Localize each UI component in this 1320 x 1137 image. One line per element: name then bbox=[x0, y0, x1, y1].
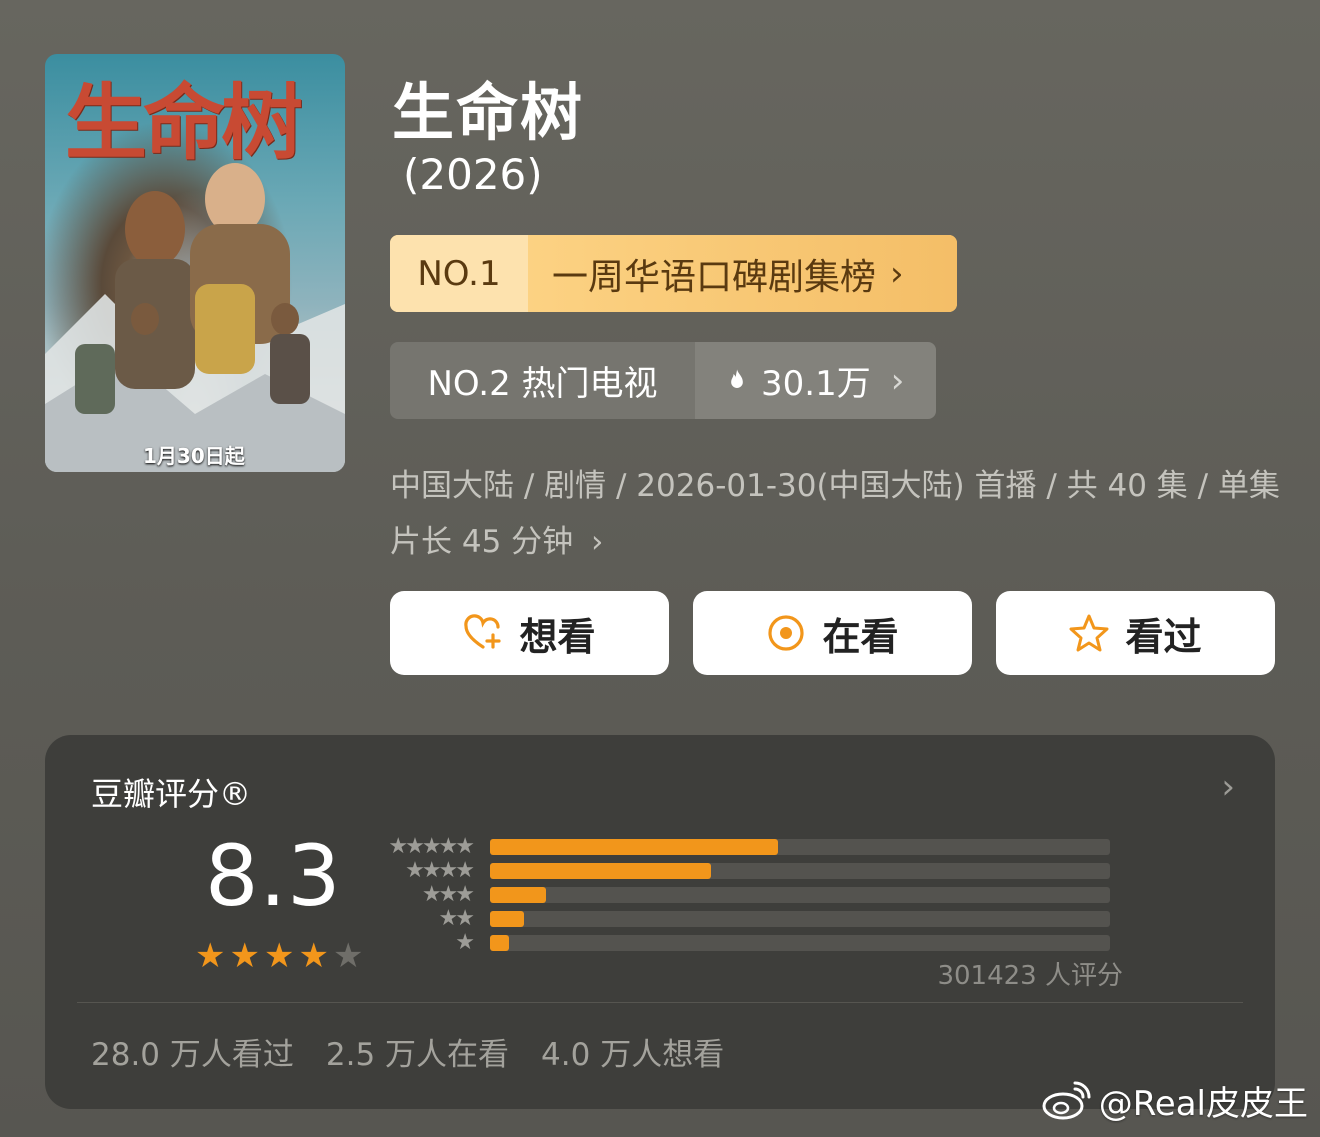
show-meta[interactable]: 中国大陆 / 剧情 / 2026-01-30(中国大陆) 首播 / 共 40 集… bbox=[390, 458, 1290, 570]
chevron-right-icon: › bbox=[591, 524, 604, 560]
distribution-bar bbox=[490, 839, 778, 855]
distribution-track bbox=[490, 935, 1110, 951]
chevron-right-icon: › bbox=[890, 253, 904, 294]
audience-stats: 28.0 万人看过 2.5 万人在看 4.0 万人想看 bbox=[91, 1029, 724, 1074]
rating-stars: ★ ★ ★ ★ ★ bbox=[195, 939, 363, 973]
rank-number: NO.1 bbox=[390, 235, 528, 312]
rank-list-name: 一周华语口碑剧集榜 bbox=[552, 256, 877, 298]
rating-distribution-row: ★★★★★ bbox=[375, 834, 1110, 859]
weibo-icon bbox=[1042, 1081, 1091, 1119]
star-filled-icon: ★ bbox=[298, 936, 329, 976]
want-to-watch-button[interactable]: 想看 bbox=[390, 591, 669, 675]
rating-distribution-row: ★★★★ bbox=[375, 858, 1110, 883]
star-outline-icon bbox=[1069, 614, 1109, 652]
target-icon bbox=[768, 615, 805, 651]
distribution-track bbox=[490, 863, 1110, 879]
douban-rating-card[interactable]: 豆瓣评分® › 8.3 ★ ★ ★ ★ ★ ★★★★★ ★★★★ ★★★ ★★ ★ 301423… bbox=[45, 735, 1275, 1109]
flame-icon bbox=[731, 368, 743, 388]
watching-count: 2.5 万人在看 bbox=[325, 1037, 510, 1073]
rating-distribution-row: ★★ bbox=[375, 906, 1110, 931]
distribution-stars-icon: ★★ bbox=[438, 906, 475, 931]
star-filled-icon: ★ bbox=[263, 936, 295, 976]
distribution-track bbox=[490, 911, 1110, 927]
heart-plus-icon bbox=[464, 614, 502, 649]
want-count: 4.0 万人想看 bbox=[541, 1037, 725, 1073]
distribution-track bbox=[490, 887, 1110, 903]
distribution-track bbox=[490, 839, 1110, 855]
chevron-right-icon[interactable]: › bbox=[1221, 767, 1235, 807]
watching-button[interactable]: 在看 bbox=[693, 591, 972, 675]
chevron-right-icon: › bbox=[890, 360, 905, 401]
watched-label: 看过 bbox=[1125, 614, 1202, 659]
want-to-watch-label: 想看 bbox=[519, 614, 596, 659]
poster-title: 生命树 bbox=[65, 75, 303, 171]
rating-title: 豆瓣评分® bbox=[91, 775, 252, 813]
rank-list-label: 一周华语口碑剧集榜 › bbox=[528, 235, 957, 312]
divider bbox=[77, 1002, 1243, 1003]
watched-button[interactable]: 看过 bbox=[996, 591, 1275, 675]
poster-release-note: 1月30日起 bbox=[143, 444, 245, 468]
star-filled-icon: ★ bbox=[229, 936, 260, 976]
hot-tv-rank: NO.2 热门电视 bbox=[390, 342, 695, 419]
star-empty-icon: ★ bbox=[332, 936, 364, 976]
star-filled-icon: ★ bbox=[195, 936, 226, 976]
distribution-bar bbox=[490, 935, 509, 951]
rating-distribution-row: ★★★ bbox=[375, 882, 1110, 907]
distribution-bar bbox=[490, 887, 546, 903]
heat-value-box: 30.1万 › bbox=[695, 342, 936, 419]
rank-badge-secondary[interactable]: NO.2 热门电视 30.1万 › bbox=[390, 342, 936, 419]
distribution-stars-icon: ★★★★ bbox=[405, 858, 475, 883]
distribution-stars-icon: ★ bbox=[455, 930, 475, 955]
rating-count: 301423 人评分 bbox=[937, 961, 1123, 991]
rating-distribution-row: ★ bbox=[375, 930, 1110, 955]
page-title: 生命树 bbox=[392, 76, 585, 149]
watching-label: 在看 bbox=[822, 614, 899, 659]
distribution-bar bbox=[490, 911, 524, 927]
heat-value: 30.1万 bbox=[761, 364, 871, 404]
release-year: (2026) bbox=[403, 150, 543, 199]
watched-count: 28.0 万人看过 bbox=[91, 1037, 294, 1073]
distribution-stars-icon: ★★★★★ bbox=[388, 834, 475, 859]
meta-text: 中国大陆 / 剧情 / 2026-01-30(中国大陆) 首播 / 共 40 集… bbox=[390, 468, 1280, 560]
rank-badge-primary[interactable]: NO.1 一周华语口碑剧集榜 › bbox=[390, 235, 957, 312]
distribution-stars-icon: ★★★ bbox=[421, 882, 475, 907]
poster-image[interactable]: 生命树 1月30日起 bbox=[45, 54, 345, 472]
rating-score: 8.3 bbox=[205, 827, 342, 925]
distribution-bar bbox=[490, 863, 711, 879]
watermark: @Real皮皮王 bbox=[1041, 1076, 1308, 1125]
watermark-text: @Real皮皮王 bbox=[1098, 1084, 1308, 1124]
